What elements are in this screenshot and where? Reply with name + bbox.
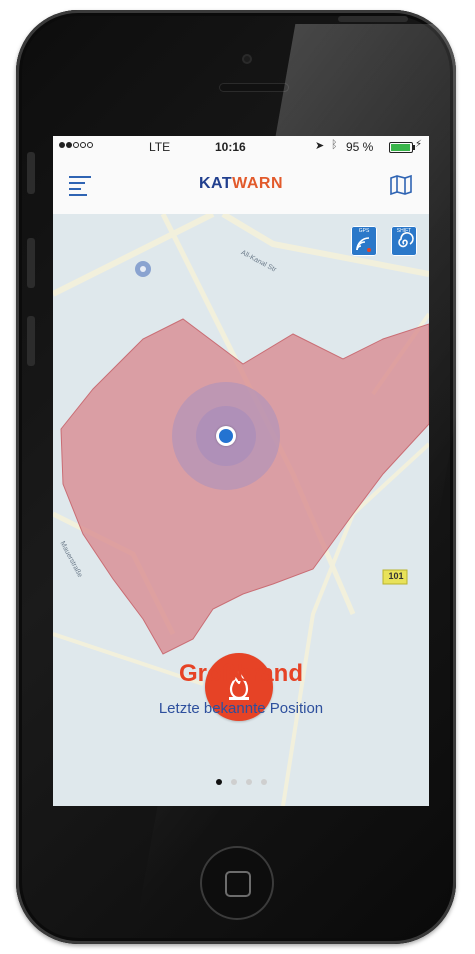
app-screen: LTE 10:16 ➤ ᛒ 95 % ⚡ KATWARN All-Kanal S… — [53, 136, 429, 806]
volume-up-button[interactable] — [27, 238, 35, 288]
app-logo: KATWARN — [53, 175, 429, 193]
gps-signal-button[interactable]: GPS — [351, 226, 377, 256]
charging-icon: ⚡ — [415, 139, 423, 150]
page-dot[interactable] — [260, 779, 267, 785]
earpiece-speaker — [219, 83, 289, 92]
carrier-label: LTE — [149, 140, 171, 154]
alert-subtitle: Letzte bekannte Position — [158, 700, 324, 717]
signal-waves-icon — [356, 237, 371, 252]
nav-bar: KATWARN — [53, 158, 429, 215]
status-bar: LTE 10:16 ➤ ᛒ 95 % ⚡ — [53, 136, 429, 158]
page-dot[interactable] — [245, 779, 252, 785]
front-camera — [242, 54, 252, 64]
spiral-icon — [398, 232, 414, 248]
home-button[interactable] — [200, 846, 274, 920]
shift-location-button[interactable]: SHIFT — [391, 226, 417, 256]
bluetooth-icon: ᛒ — [331, 139, 338, 151]
current-location-marker — [216, 426, 236, 446]
alert-title: Großbrand — [179, 660, 303, 687]
brand-kat: KAT — [198, 175, 233, 192]
map-icon[interactable] — [389, 174, 413, 196]
signal-strength-icon — [59, 142, 93, 148]
road-number-badge: 101 — [388, 571, 404, 581]
brand-warn: WARN — [232, 175, 284, 192]
page-dot[interactable] — [215, 779, 222, 785]
location-arrow-icon: ➤ — [315, 140, 325, 152]
home-square-icon — [225, 871, 251, 897]
battery-icon — [389, 142, 415, 153]
power-button[interactable] — [338, 16, 408, 22]
mute-switch[interactable] — [27, 152, 35, 194]
battery-percentage: 95 % — [346, 140, 374, 154]
map-view[interactable]: All-Kanal Str Mauerstraße 101 GPS SHIFT — [53, 214, 429, 806]
page-indicator[interactable] — [53, 779, 429, 785]
volume-down-button[interactable] — [27, 316, 35, 366]
page-dot[interactable] — [230, 779, 237, 785]
status-time: 10:16 — [215, 140, 246, 154]
